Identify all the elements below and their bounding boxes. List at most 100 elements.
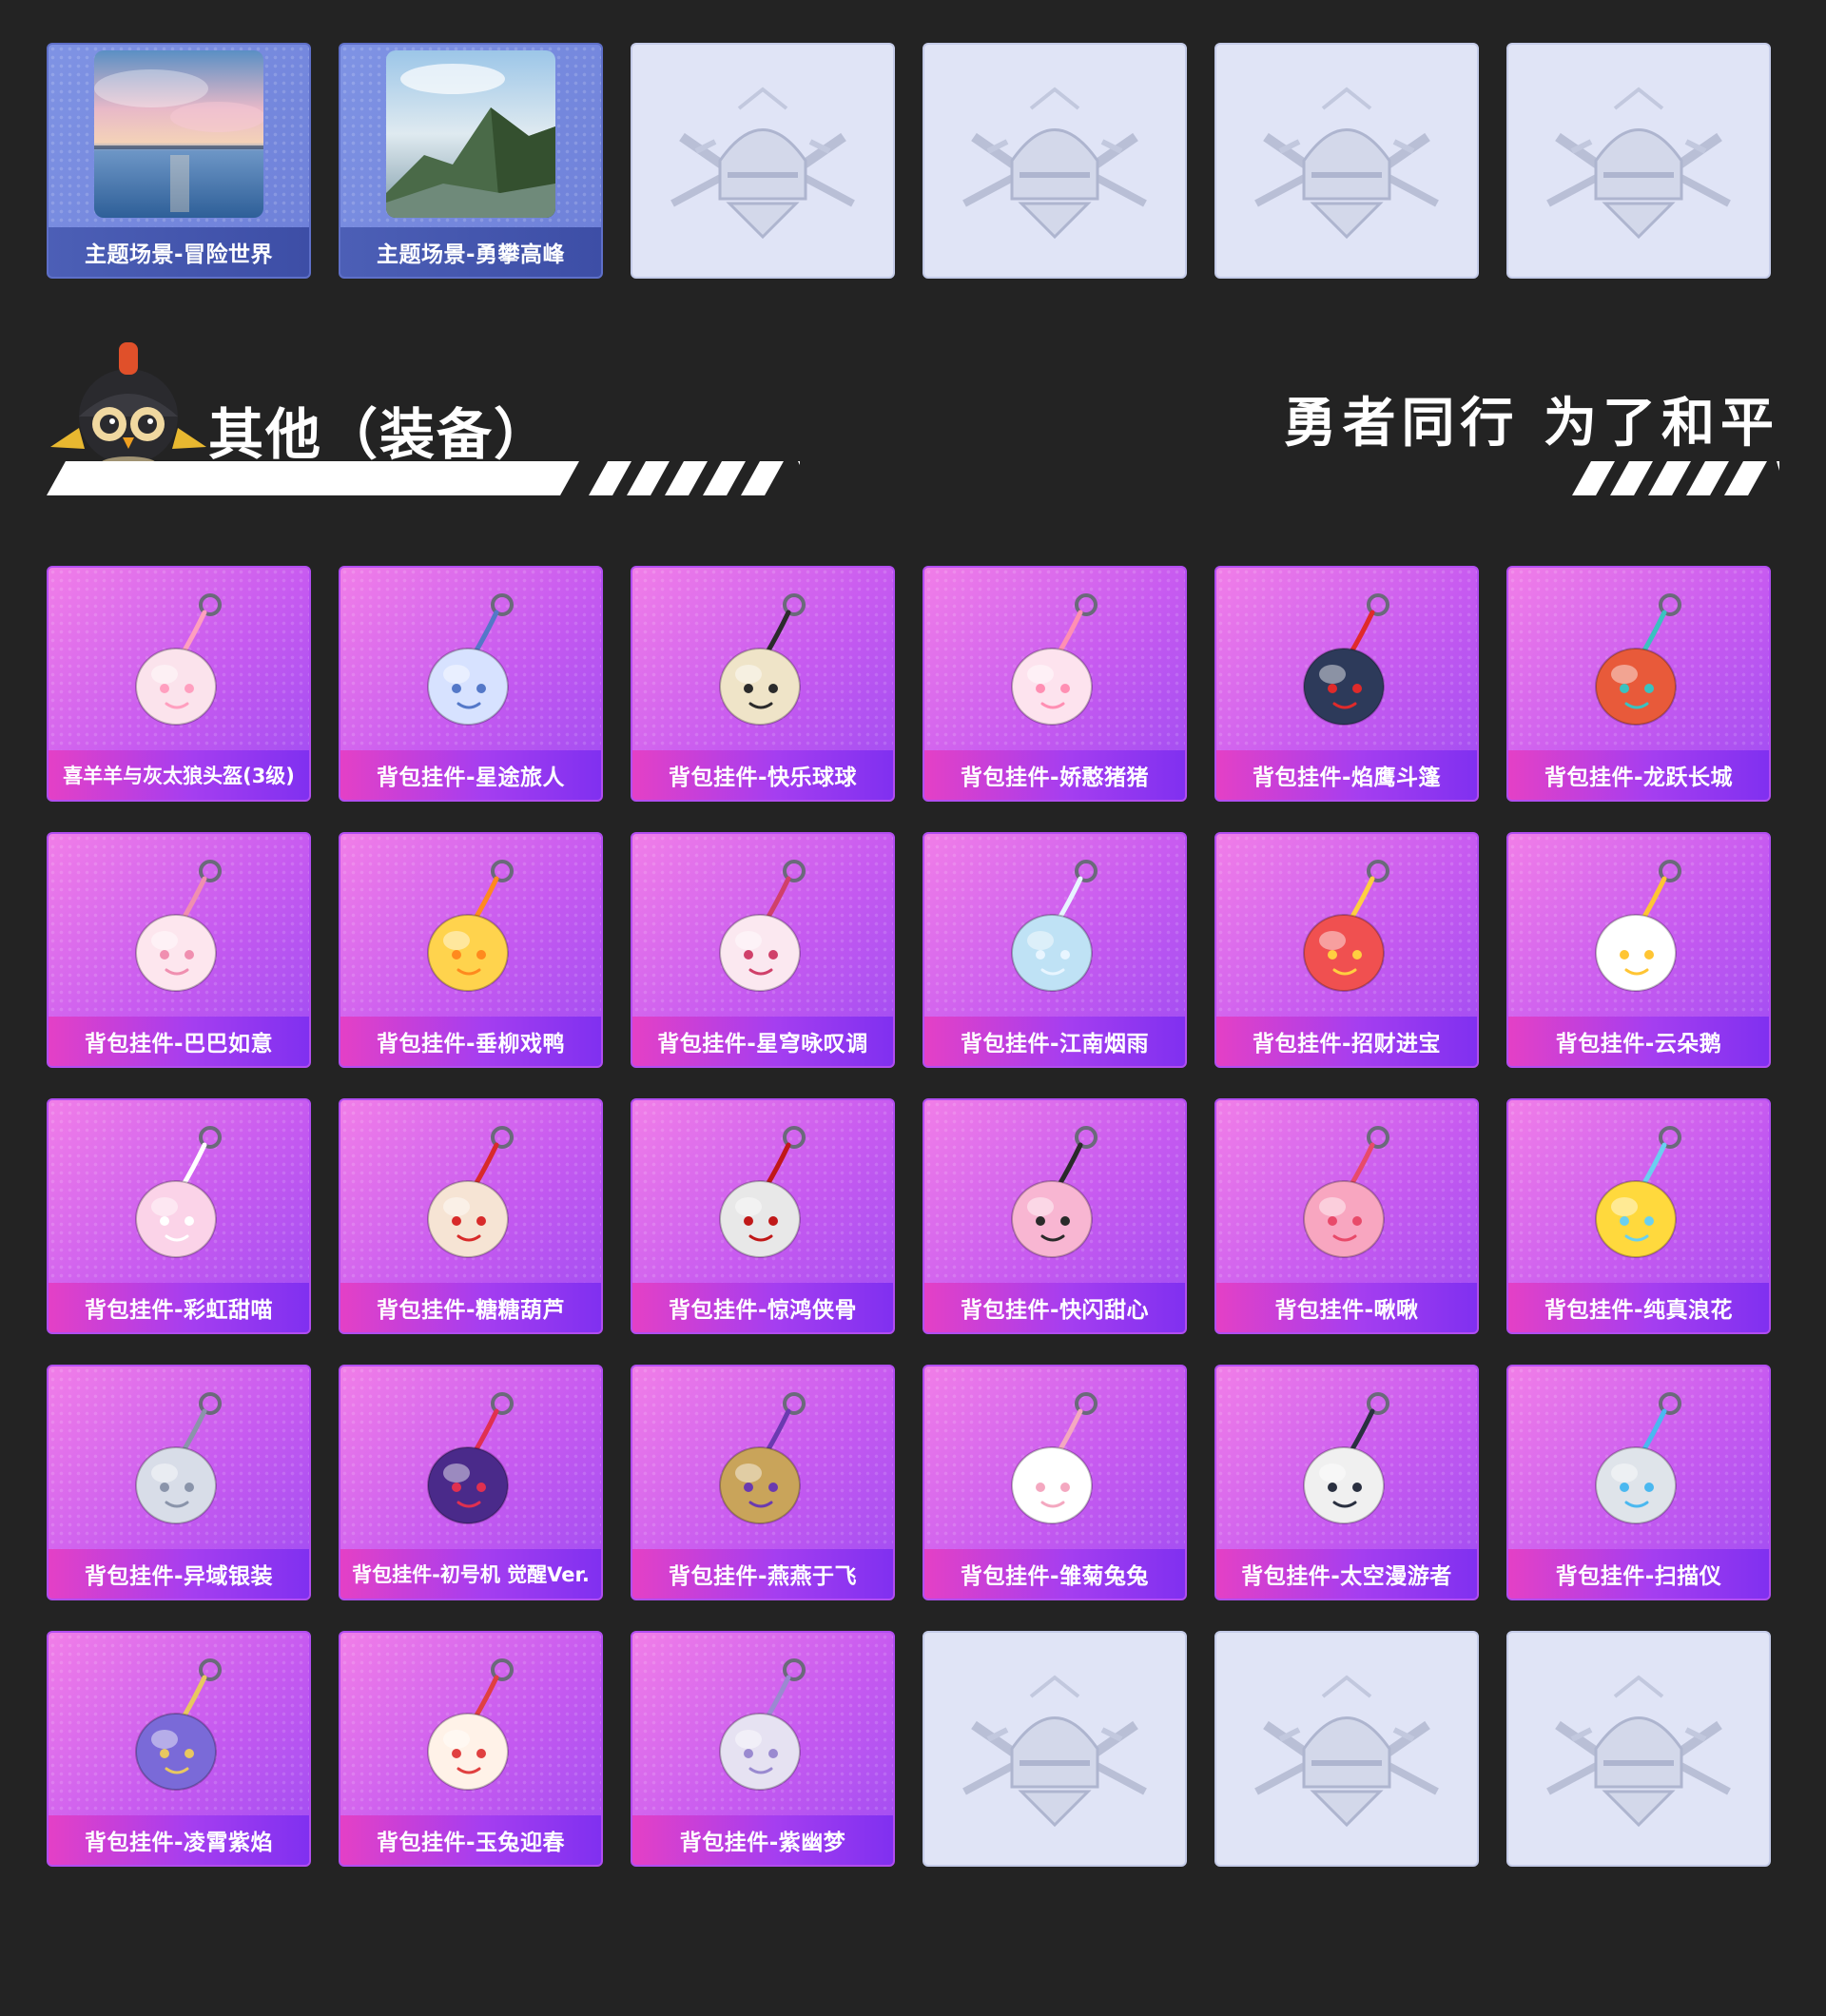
paw-charm-icon — [49, 1100, 309, 1285]
goose-charm-icon — [1508, 834, 1769, 1018]
helmet-emblem-icon — [1508, 45, 1769, 277]
item-card[interactable]: 背包挂件-彩虹甜喵 — [47, 1098, 311, 1334]
purple-flame-charm-icon — [49, 1633, 309, 1817]
scene-card-label: 主题场景-勇攀高峰 — [340, 227, 601, 277]
scene-card-climb-peak[interactable]: 主题场景-勇攀高峰 — [339, 43, 603, 279]
astronaut-charm-icon — [1216, 1367, 1477, 1551]
item-label: 背包挂件-星途旅人 — [340, 750, 601, 800]
item-card[interactable]: 背包挂件-啾啾 — [1214, 1098, 1479, 1334]
item-label: 背包挂件-玉兔迎春 — [340, 1815, 601, 1865]
item-card[interactable]: 背包挂件-玉兔迎春 — [339, 1631, 603, 1867]
fox-charm-icon — [49, 834, 309, 1018]
item-label: 背包挂件-招财进宝 — [1216, 1017, 1477, 1066]
swallow-charm-icon — [632, 1367, 893, 1551]
item-label: 背包挂件-异域银装 — [49, 1549, 309, 1599]
empty-slot — [1214, 43, 1479, 279]
section-underline — [47, 461, 800, 495]
item-card[interactable]: 背包挂件-扫描仪 — [1506, 1365, 1771, 1600]
item-card[interactable]: 背包挂件-焰鹰斗篷 — [1214, 566, 1479, 802]
scene-card-adventure-world[interactable]: 主题场景-冒险世界 — [47, 43, 311, 279]
jade-rabbit-charm-icon — [340, 1633, 601, 1817]
item-card[interactable]: 背包挂件-雏菊兔兔 — [923, 1365, 1187, 1600]
item-grid: 喜羊羊与灰太狼头盔(3级) 背包挂件-星途旅人 背包挂件-快乐球球 背包挂件-娇憨猪猪… — [47, 566, 1771, 1867]
item-card[interactable]: 背包挂件-异域银装 — [47, 1365, 311, 1600]
item-card[interactable]: 喜羊羊与灰太狼头盔(3级) — [47, 566, 311, 802]
scene-card-label: 主题场景-冒险世界 — [49, 227, 309, 277]
item-card[interactable]: 背包挂件-紫幽梦 — [631, 1631, 895, 1867]
item-card[interactable]: 背包挂件-垂柳戏鸭 — [339, 832, 603, 1068]
item-label: 背包挂件-快闪甜心 — [924, 1283, 1185, 1332]
empty-slot — [1506, 1631, 1771, 1867]
item-card[interactable]: 背包挂件-快乐球球 — [631, 566, 895, 802]
item-label: 背包挂件-星穹咏叹调 — [632, 1017, 893, 1066]
section-title: 其他（装备） — [208, 402, 552, 467]
item-card[interactable]: 背包挂件-快闪甜心 — [923, 1098, 1187, 1334]
item-label: 背包挂件-龙跃长城 — [1508, 750, 1769, 800]
item-label: 背包挂件-太空漫游者 — [1216, 1549, 1477, 1599]
item-label: 背包挂件-凌霄紫焰 — [49, 1815, 309, 1865]
opener-charm-icon — [1508, 1100, 1769, 1285]
item-label: 背包挂件-啾啾 — [1216, 1283, 1477, 1332]
lucky-doll-charm-icon — [1216, 834, 1477, 1018]
helmet-emblem-icon — [1216, 45, 1477, 277]
lion-dance-charm-icon — [1508, 568, 1769, 752]
item-label: 背包挂件-江南烟雨 — [924, 1017, 1185, 1066]
ring-tassel-charm-icon — [632, 1100, 893, 1285]
bell-flower-charm-icon — [632, 1633, 893, 1817]
item-card[interactable]: 背包挂件-龙跃长城 — [1506, 566, 1771, 802]
item-label: 背包挂件-雏菊兔兔 — [924, 1549, 1185, 1599]
ghost-shell-charm-icon — [1508, 1367, 1769, 1551]
item-label: 背包挂件-初号机 觉醒Ver. — [340, 1549, 601, 1599]
item-card[interactable]: 背包挂件-星途旅人 — [339, 566, 603, 802]
item-card[interactable]: 背包挂件-娇憨猪猪 — [923, 566, 1187, 802]
empty-slot — [1506, 43, 1771, 279]
knot-tassel-charm-icon — [1216, 568, 1477, 752]
item-label: 喜羊羊与灰太狼头盔(3级) — [49, 750, 309, 800]
item-card[interactable]: 背包挂件-太空漫游者 — [1214, 1365, 1479, 1600]
empty-slot — [923, 43, 1187, 279]
space-shuttle-charm-icon — [340, 568, 601, 752]
item-card[interactable]: 背包挂件-燕燕于飞 — [631, 1365, 895, 1600]
item-card[interactable]: 背包挂件-纯真浪花 — [1506, 1098, 1771, 1334]
empty-slot — [1214, 1631, 1479, 1867]
item-label: 背包挂件-巴巴如意 — [49, 1017, 309, 1066]
item-card[interactable]: 背包挂件-星穹咏叹调 — [631, 832, 895, 1068]
item-label: 背包挂件-快乐球球 — [632, 750, 893, 800]
item-label: 背包挂件-糖糖葫芦 — [340, 1283, 601, 1332]
helmet-emblem-icon — [924, 1633, 1185, 1865]
slogan-text: 勇者同行 为了和平 — [1283, 393, 1779, 455]
helmet-emblem-icon — [632, 45, 893, 277]
item-label: 背包挂件-惊鸿侠骨 — [632, 1283, 893, 1332]
bird-charm-icon — [1216, 1100, 1477, 1285]
helmet-emblem-icon — [1216, 1633, 1477, 1865]
empty-slot — [631, 43, 895, 279]
sunset-sea-thumbnail — [94, 50, 263, 218]
helmet-ball-charm-icon — [632, 568, 893, 752]
helmet-emblem-icon — [924, 45, 1185, 277]
mountain-valley-thumbnail — [386, 50, 555, 218]
item-card[interactable]: 背包挂件-江南烟雨 — [923, 832, 1187, 1068]
item-card[interactable]: 背包挂件-惊鸿侠骨 — [631, 1098, 895, 1334]
item-label: 背包挂件-云朵鹅 — [1508, 1017, 1769, 1066]
item-card[interactable]: 背包挂件-巴巴如意 — [47, 832, 311, 1068]
pig-charm-icon — [924, 568, 1185, 752]
empty-slot — [923, 1631, 1187, 1867]
item-card[interactable]: 背包挂件-云朵鹅 — [1506, 832, 1771, 1068]
item-label: 背包挂件-彩虹甜喵 — [49, 1283, 309, 1332]
flower-charm-icon — [924, 834, 1185, 1018]
gourd-charm-icon — [340, 1100, 601, 1285]
scene-row: 主题场景-冒险世界 主题场景-勇攀高峰 — [47, 43, 1771, 279]
silver-wing-charm-icon — [49, 1367, 309, 1551]
item-label: 背包挂件-焰鹰斗篷 — [1216, 750, 1477, 800]
bunny-charm-icon — [924, 1367, 1185, 1551]
item-label: 背包挂件-燕燕于飞 — [632, 1549, 893, 1599]
item-card[interactable]: 背包挂件-凌霄紫焰 — [47, 1631, 311, 1867]
item-card[interactable]: 背包挂件-招财进宝 — [1214, 832, 1479, 1068]
item-label: 背包挂件-紫幽梦 — [632, 1815, 893, 1865]
item-card[interactable]: 背包挂件-糖糖葫芦 — [339, 1098, 603, 1334]
section-header: 其他（装备） — [47, 342, 800, 499]
item-label: 背包挂件-扫描仪 — [1508, 1549, 1769, 1599]
item-card[interactable]: 背包挂件-初号机 觉醒Ver. — [339, 1365, 603, 1600]
crystal-blade-charm-icon — [340, 1367, 601, 1551]
sheep-helmet-icon — [49, 568, 309, 752]
